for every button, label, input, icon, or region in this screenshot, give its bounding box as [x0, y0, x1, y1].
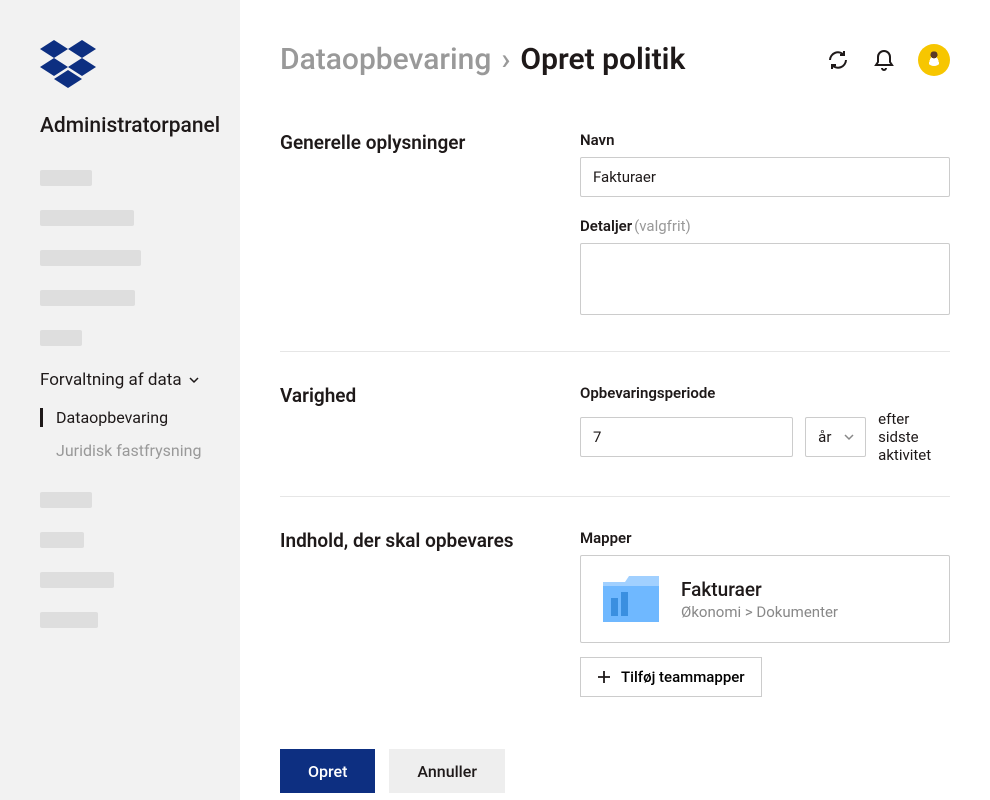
header: Dataopbevaring › Opret politik	[280, 42, 950, 77]
header-actions	[826, 44, 950, 76]
folders-label: Mapper	[580, 529, 950, 547]
sidebar-placeholder	[40, 250, 141, 266]
breadcrumb-current: Opret politik	[520, 42, 685, 77]
breadcrumb: Dataopbevaring › Opret politik	[280, 42, 685, 77]
folder-path: Økonomi > Dokumenter	[681, 603, 838, 621]
sidebar: Administratorpanel Forvaltning af data D…	[0, 0, 240, 800]
period-label: Opbevaringsperiode	[580, 384, 950, 402]
section-duration: Varighed Opbevaringsperiode år efter sid…	[280, 384, 950, 497]
folder-name: Fakturaer	[681, 578, 838, 601]
sidebar-section-label: Forvaltning af data	[40, 370, 182, 390]
details-textarea[interactable]	[580, 243, 950, 315]
cancel-button[interactable]: Annuller	[389, 749, 505, 793]
period-unit-value: år	[818, 428, 831, 446]
details-label: Detaljer(valgfrit)	[580, 217, 950, 235]
main-content: Dataopbevaring › Opret politik Generelle…	[240, 0, 990, 800]
panel-title: Administratorpanel	[40, 114, 240, 138]
period-after-text: efter sidste aktivitet	[878, 410, 950, 464]
name-input[interactable]	[580, 157, 950, 197]
section-general: Generelle oplysninger Navn Detaljer(valg…	[280, 131, 950, 352]
section-title-general: Generelle oplysninger	[280, 131, 560, 319]
sidebar-item-juridisk-fastfrysning[interactable]: Juridisk fastfrysning	[40, 441, 240, 460]
name-label: Navn	[580, 131, 950, 149]
period-unit-select[interactable]: år	[805, 417, 866, 457]
sidebar-placeholder	[40, 170, 92, 186]
bell-icon[interactable]	[872, 48, 896, 72]
chevron-right-icon: ›	[501, 42, 510, 77]
breadcrumb-parent[interactable]: Dataopbevaring	[280, 42, 491, 77]
sync-icon[interactable]	[826, 48, 850, 72]
sidebar-item-dataopbevaring[interactable]: Dataopbevaring	[40, 408, 240, 427]
sidebar-placeholder	[40, 532, 84, 548]
period-number-input[interactable]	[580, 417, 793, 457]
sidebar-placeholder	[40, 572, 114, 588]
sidebar-placeholder	[40, 492, 92, 508]
plus-icon	[597, 670, 611, 684]
form-actions: Opret Annuller	[280, 749, 950, 793]
dropbox-logo	[40, 40, 240, 92]
sidebar-placeholder	[40, 210, 134, 226]
sidebar-placeholder	[40, 612, 98, 628]
avatar[interactable]	[918, 44, 950, 76]
section-title-duration: Varighed	[280, 384, 560, 464]
sidebar-placeholder	[40, 330, 82, 346]
create-button[interactable]: Opret	[280, 749, 375, 793]
chevron-down-icon	[843, 431, 855, 443]
sidebar-placeholder	[40, 290, 135, 306]
chevron-down-icon	[188, 374, 200, 386]
sidebar-section-data-governance[interactable]: Forvaltning af data	[40, 370, 240, 390]
add-folder-label: Tilføj teammapper	[621, 668, 745, 686]
section-content: Indhold, der skal opbevares Mapper Faktu…	[280, 529, 950, 729]
folder-icon	[601, 574, 661, 624]
folder-item[interactable]: Fakturaer Økonomi > Dokumenter	[580, 555, 950, 643]
add-folder-button[interactable]: Tilføj teammapper	[580, 657, 762, 697]
section-title-content: Indhold, der skal opbevares	[280, 529, 560, 697]
